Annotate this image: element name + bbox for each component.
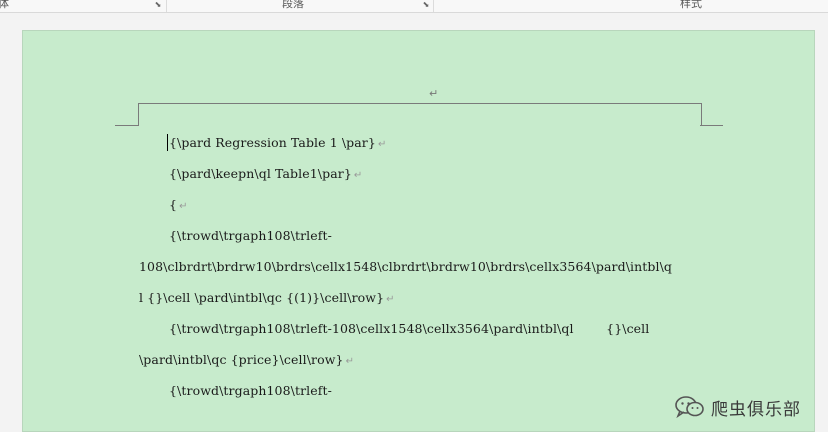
document-line-text: {\trowd\trgaph108\trleft- — [169, 228, 332, 243]
document-line-text: l {}\cell \pard\intbl\qc {(1)}\cell\row} — [139, 290, 385, 305]
document-line[interactable]: {\pard\keepn\ql Table1\par} ↵ — [169, 166, 362, 181]
ribbon-separator — [166, 0, 167, 12]
document-line[interactable]: {↵ — [169, 197, 188, 212]
document-line-text: {\trowd\trgaph108\trleft-108\cellx1548\c… — [169, 321, 650, 336]
document-line[interactable]: 108\clbrdrt\brdrw10\brdrs\cellx1548\clbr… — [139, 259, 672, 274]
wechat-icon — [675, 396, 704, 419]
font-dialog-launcher-icon[interactable]: ⬊ — [154, 1, 162, 9]
paragraph-mark-icon: ↵ — [386, 294, 395, 305]
header-margin-tick-left — [115, 125, 138, 126]
document-line[interactable]: {\pard Regression Table 1 \par} ↵ — [169, 135, 386, 150]
header-paragraph-mark: ↵ — [429, 87, 439, 100]
text-cursor — [167, 134, 168, 151]
document-line[interactable]: {\trowd\trgaph108\trleft- — [169, 383, 332, 398]
document-page[interactable]: ↵ {\pard Regression Table 1 \par} ↵ {\pard… — [22, 30, 815, 432]
paragraph-mark-icon: ↵ — [353, 170, 363, 181]
document-line-text: 108\clbrdrt\brdrw10\brdrs\cellx1548\clbr… — [139, 259, 673, 274]
watermark-text: 爬虫俱乐部 — [711, 399, 801, 420]
ribbon-group-styles-label: 样式 — [680, 0, 702, 10]
document-line-text: \pard\intbl\qc {price}\cell\row} — [139, 352, 344, 367]
paragraph-mark-icon: ↵ — [377, 139, 387, 150]
paragraph-mark-icon: ↵ — [345, 356, 355, 367]
document-line-text: { — [169, 197, 178, 212]
header-boundary — [138, 103, 702, 126]
document-line[interactable]: {\trowd\trgaph108\trleft- — [169, 228, 332, 243]
ribbon-separator — [433, 0, 434, 12]
paragraph-dialog-launcher-icon[interactable]: ⬊ — [422, 1, 430, 9]
paragraph-mark-icon: ↵ — [179, 201, 188, 212]
header-margin-tick-right — [700, 125, 723, 126]
ribbon-group-paragraph-label: 段落 — [282, 0, 304, 10]
document-line[interactable]: {\trowd\trgaph108\trleft-108\cellx1548\c… — [169, 321, 649, 336]
watermark: 爬虫俱乐部 — [675, 393, 801, 421]
document-line-text: {\pard\keepn\ql Table1\par} — [169, 166, 352, 181]
document-line-text: {\pard Regression Table 1 \par} — [169, 135, 376, 150]
ribbon-group-strip: 体 ⬊ 段落 ⬊ 样式 — [0, 0, 828, 13]
document-line-text: {\trowd\trgaph108\trleft- — [169, 383, 332, 398]
document-line[interactable]: l {}\cell \pard\intbl\qc {(1)}\cell\row}… — [139, 290, 395, 305]
ribbon-group-font-label: 体 — [0, 0, 9, 11]
document-line[interactable]: \pard\intbl\qc {price}\cell\row} ↵ — [139, 352, 354, 367]
